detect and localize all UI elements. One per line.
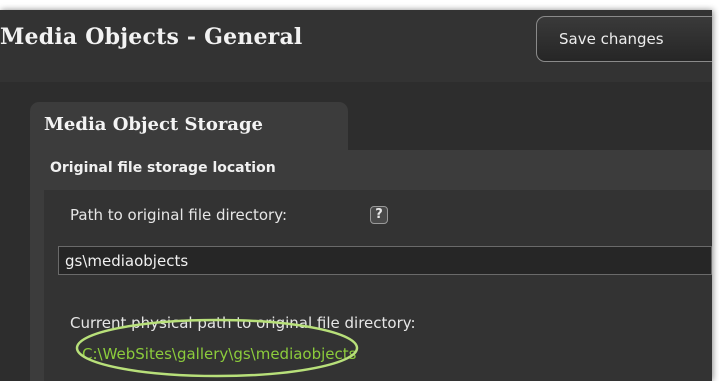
help-icon[interactable]: ? (370, 206, 388, 224)
section-heading: Original file storage location (50, 160, 276, 176)
settings-window: Media Objects - General Save changes Med… (0, 10, 712, 381)
path-field-label: Path to original file directory: (70, 206, 288, 224)
path-input[interactable] (58, 246, 712, 275)
current-physical-path: C:\WebSites\gallery\gs\mediaobjects (82, 345, 357, 363)
current-path-label: Current physical path to original file d… (70, 314, 416, 332)
header-bar: Media Objects - General Save changes (0, 10, 712, 82)
page-title: Media Objects - General (0, 24, 303, 50)
save-changes-button[interactable]: Save changes (536, 16, 712, 62)
tab-media-object-storage[interactable]: Media Object Storage (30, 102, 348, 152)
storage-panel: Original file storage location Path to o… (30, 150, 712, 381)
tab-label: Media Object Storage (44, 114, 264, 135)
section-body: Path to original file directory: ? Curre… (44, 190, 712, 381)
